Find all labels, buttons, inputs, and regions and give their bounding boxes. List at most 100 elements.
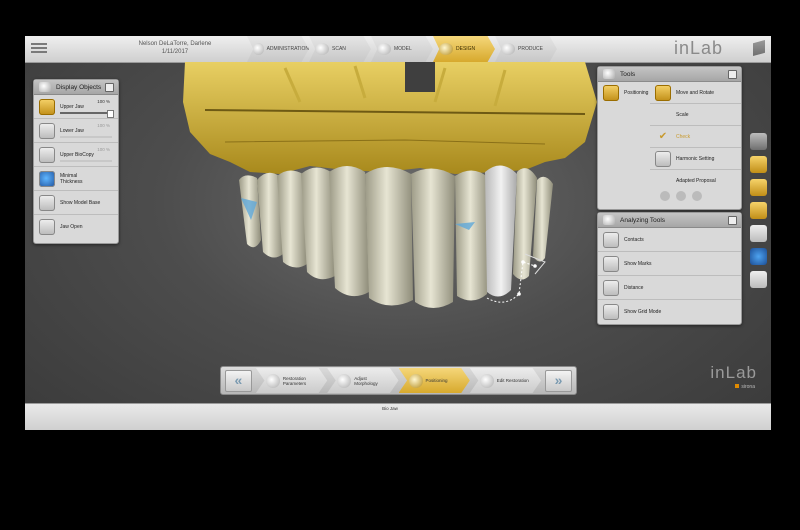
view-cube-icon[interactable] [750, 133, 767, 150]
workflow-edit-restoration[interactable]: Edit Restoration [469, 368, 542, 393]
tool-gold-1-icon[interactable] [750, 156, 767, 173]
phase-model[interactable]: MODEL [371, 36, 433, 62]
undo-redo-group [650, 191, 741, 201]
harmonic-setting-icon [655, 150, 671, 167]
model-base-icon [39, 194, 55, 211]
pin-icon[interactable] [105, 83, 114, 92]
positioning-step-icon [408, 373, 423, 388]
phase-scan[interactable]: SCAN [309, 36, 371, 62]
lower-jaw-icon [39, 122, 55, 139]
toggle-upper-jaw[interactable]: Upper Jaw 100 % [34, 95, 118, 119]
slider-handle[interactable] [107, 110, 114, 118]
redo-icon[interactable] [676, 191, 686, 201]
phase-design[interactable]: DESIGN [433, 36, 495, 62]
display-objects-panel: Display Objects Upper Jaw 100 % Lower Ja… [33, 79, 119, 244]
display-objects-icon [39, 82, 51, 92]
display-objects-header: Display Objects [34, 80, 118, 95]
analyzing-tools-icon [603, 215, 615, 225]
jaw-open-icon [39, 218, 55, 235]
tools-panel: Tools Positioning Move and Rotate Scale … [597, 66, 742, 210]
tool-scale[interactable]: Scale [650, 104, 741, 126]
model-icon [377, 43, 391, 55]
bio-jaw-button[interactable]: Bio Jaw [375, 406, 405, 411]
workflow-positioning[interactable]: Positioning [398, 368, 470, 393]
phase-produce[interactable]: PRODUCE [495, 36, 557, 62]
phase-bar: ADMINISTRATION SCAN MODEL DESIGN PRODUCE [247, 36, 557, 62]
biocopy-slider[interactable] [60, 160, 112, 162]
tool-adapted-proposal[interactable]: Adapted Proposal [650, 170, 741, 191]
lower-jaw-percent: 100 % [97, 123, 110, 128]
grid-mode-icon [603, 303, 619, 320]
sirona-logo: sirona [735, 384, 755, 390]
inlab-watermark: inLab [710, 363, 757, 382]
patient-info: Nelson DeLaTorre, Darlene 1/11/2017 [115, 40, 235, 56]
screenshot-icon[interactable] [750, 202, 767, 219]
tool-contacts[interactable]: Contacts [598, 228, 741, 252]
pin-icon[interactable] [728, 70, 737, 79]
inlab-app-window: Nelson DeLaTorre, Darlene 1/11/2017 ADMI… [25, 36, 771, 430]
toggle-lower-jaw[interactable]: Lower Jaw 100 % [34, 119, 118, 143]
design-icon [439, 43, 453, 55]
upper-jaw-icon [39, 98, 55, 115]
move-rotate-icon [655, 84, 671, 101]
toggle-show-model-base[interactable]: Show Model Base [34, 191, 118, 215]
positioning-group[interactable]: Positioning [598, 82, 648, 104]
tool-grey-1-icon[interactable] [750, 225, 767, 242]
menu-icon[interactable] [31, 41, 47, 57]
book-icon[interactable] [750, 271, 767, 288]
bottom-bar: Bio Jaw [25, 403, 771, 430]
tool-move-rotate[interactable]: Move and Rotate [650, 82, 741, 104]
teeth-model [239, 165, 553, 308]
restoration-parameters-icon [265, 373, 280, 388]
inlab-logo: inLab [673, 38, 723, 58]
next-step-button[interactable]: » [545, 369, 572, 392]
upper-jaw-slider[interactable] [60, 110, 114, 118]
tool-harmonic-setting[interactable]: Harmonic Setting [650, 148, 741, 170]
toggle-minimal-thickness[interactable]: Minimal Thickness [34, 167, 118, 191]
toggle-jaw-open[interactable]: Jaw Open [34, 215, 118, 238]
tool-check[interactable]: ✔ Check [650, 126, 741, 148]
scale-icon [655, 107, 671, 123]
tool-distance[interactable]: Distance [598, 276, 741, 300]
upper-jaw-percent: 100 % [97, 99, 110, 104]
adapted-proposal-icon [655, 173, 671, 189]
distance-icon [603, 279, 619, 296]
upper-jaw-model [183, 62, 597, 174]
contacts-icon [603, 231, 619, 248]
tool-gold-2-icon[interactable] [750, 179, 767, 196]
workflow-bar: « Restoration Parameters Adjust Morphology… [220, 366, 577, 395]
biocopy-percent: 100 % [97, 147, 110, 152]
toggle-upper-biocopy[interactable]: Upper BioCopy 100 % [34, 143, 118, 167]
check-icon: ✔ [658, 130, 668, 142]
adjust-morphology-icon [337, 373, 352, 388]
lower-jaw-slider[interactable] [60, 136, 112, 138]
scan-icon [315, 43, 329, 55]
minimal-thickness-icon [39, 170, 55, 187]
patient-name: Nelson DeLaTorre, Darlene [138, 41, 212, 47]
tool-show-marks[interactable]: Show Marks [598, 252, 741, 276]
tools-header: Tools [598, 67, 741, 82]
globe-icon[interactable] [750, 248, 767, 265]
workflow-adjust-morphology[interactable]: Adjust Morphology [327, 368, 399, 393]
display-objects-title: Display Objects [56, 83, 102, 91]
reset-icon[interactable] [692, 191, 702, 201]
tools-title: Tools [620, 70, 636, 78]
positioning-icon [603, 85, 619, 101]
analyzing-tools-title: Analyzing Tools [620, 216, 666, 224]
pin-icon[interactable] [728, 216, 737, 225]
produce-icon [501, 43, 515, 55]
phase-administration[interactable]: ADMINISTRATION [247, 36, 309, 62]
undo-icon[interactable] [660, 191, 670, 201]
prev-step-button[interactable]: « [225, 369, 252, 392]
tools-icon [603, 69, 615, 79]
tool-show-grid-mode[interactable]: Show Grid Mode [598, 300, 741, 323]
edit-restoration-icon [479, 373, 494, 388]
analyzing-tools-panel: Analyzing Tools Contacts Show Marks Dist… [597, 212, 742, 325]
biocopy-icon [39, 146, 55, 163]
positioning-tool-list: Move and Rotate Scale ✔ Check Harmonic S… [650, 82, 741, 201]
top-bar: Nelson DeLaTorre, Darlene 1/11/2017 ADMI… [25, 36, 771, 63]
admin-icon [253, 43, 264, 55]
workflow-restoration-parameters[interactable]: Restoration Parameters [255, 368, 328, 393]
flag-icon[interactable] [753, 40, 765, 56]
patient-date: 1/11/2017 [161, 49, 189, 55]
